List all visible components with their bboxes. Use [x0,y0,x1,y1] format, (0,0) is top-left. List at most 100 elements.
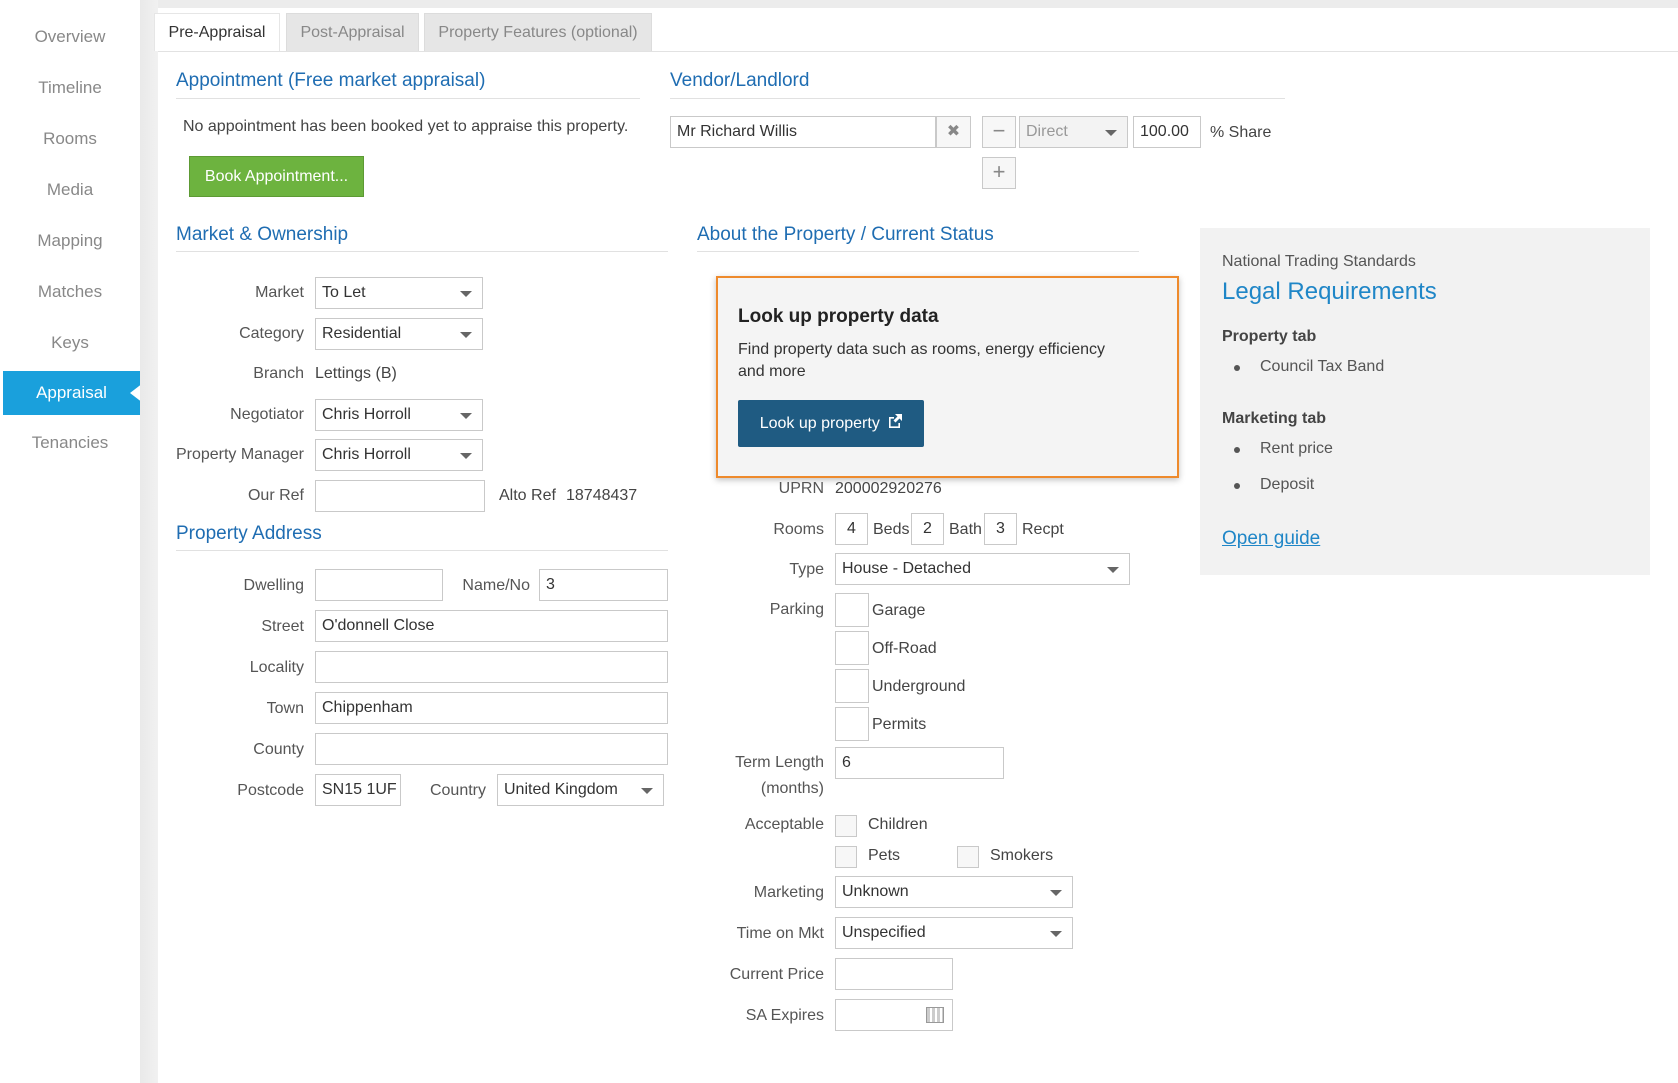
negotiator-select[interactable]: Chris Horroll [315,399,483,431]
sidebar-item-media[interactable]: Media [0,168,140,212]
parking-underground-label: Underground [872,678,966,695]
sidebar-item-overview[interactable]: Overview [0,15,140,59]
negotiator-label: Negotiator [230,406,304,423]
sidebar: Overview Timeline Rooms Media Mapping Ma… [0,0,143,1083]
market-select[interactable]: To Let [315,277,483,309]
acceptable-children-label: Children [868,816,928,833]
rooms-label: Rooms [773,521,824,538]
term-length-field[interactable]: 6 [835,747,1004,779]
branch-label: Branch [253,365,304,382]
bath-label: Bath [949,521,982,538]
current-price-field[interactable] [835,958,953,990]
chevron-down-icon [1107,567,1119,573]
beds-field[interactable]: 4 [835,513,868,545]
sidebar-item-appraisal[interactable]: Appraisal [3,371,143,415]
type-select[interactable]: House - Detached [835,553,1130,585]
property-manager-value: Chris Horroll [322,446,411,463]
lookup-property-button[interactable]: Look up property [738,400,924,447]
locality-field[interactable] [315,651,668,683]
acceptable-smokers-label: Smokers [990,847,1054,864]
chevron-down-icon [1050,890,1062,896]
street-label: Street [261,618,304,635]
clear-vendor-icon[interactable]: ✖ [936,116,971,148]
category-select[interactable]: Residential [315,318,483,350]
sidebar-item-rooms[interactable]: Rooms [0,117,140,161]
vendor-type-select[interactable]: Direct [1019,116,1128,148]
country-select[interactable]: United Kingdom [497,774,664,806]
parking-permits-label: Permits [872,716,927,733]
top-strip [158,0,1678,8]
parking-permits-checkbox[interactable] [835,707,869,741]
time-on-market-select[interactable]: Unspecified [835,917,1073,949]
postcode-field[interactable]: SN15 1UF [315,774,401,806]
sidebar-item-timeline[interactable]: Timeline [0,66,140,110]
our-ref-label: Our Ref [247,487,304,504]
legal-subtitle: National Trading Standards [1222,253,1416,270]
appointment-message: No appointment has been booked yet to ap… [183,118,629,135]
tab-post-appraisal[interactable]: Post-Appraisal [286,13,419,51]
type-label: Type [789,561,824,578]
category-value: Residential [322,325,402,342]
street-field[interactable]: O'donnell Close [315,610,668,642]
current-price-label: Current Price [729,966,824,983]
sa-expires-label: SA Expires [745,1007,824,1024]
sidebar-item-matches[interactable]: Matches [0,270,140,314]
tab-divider [158,51,1678,52]
name-no-field[interactable]: 3 [539,569,668,601]
bath-field[interactable]: 2 [911,513,944,545]
dwelling-label: Dwelling [243,577,304,594]
address-rule [176,550,668,551]
calendar-icon[interactable] [926,1007,944,1023]
county-field[interactable] [315,733,668,765]
chevron-down-icon [460,413,472,419]
chevron-down-icon [460,332,472,338]
town-field[interactable]: Chippenham [315,692,668,724]
vendor-rule [670,98,1285,99]
lookup-title: Look up property data [738,306,939,327]
property-manager-select[interactable]: Chris Horroll [315,439,483,471]
alto-ref-value: 18748437 [566,487,638,504]
lookup-property-card: Look up property data Find property data… [716,276,1179,478]
locality-label: Locality [249,659,304,676]
property-manager-label: Property Manager [175,446,304,463]
tab-property-features[interactable]: Property Features (optional) [424,13,652,51]
appointment-rule [176,98,640,99]
recpt-field[interactable]: 3 [984,513,1017,545]
acceptable-pets-checkbox[interactable] [835,846,857,868]
name-no-label: Name/No [462,577,530,594]
time-on-market-label: Time on Mkt [736,925,824,942]
market-value: To Let [322,284,366,301]
county-label: County [253,741,304,758]
chevron-down-icon [460,453,472,459]
external-link-icon [888,400,903,447]
sidebar-item-tenancies[interactable]: Tenancies [0,421,140,465]
beds-label: Beds [873,521,910,538]
open-guide-link[interactable]: Open guide [1222,528,1320,550]
our-ref-field[interactable] [315,480,485,512]
vendor-share-field[interactable]: 100.00 [1133,116,1201,148]
parking-offroad-checkbox[interactable] [835,631,869,665]
marketing-select[interactable]: Unknown [835,876,1073,908]
sidebar-item-keys[interactable]: Keys [0,321,140,365]
sidebar-item-mapping[interactable]: Mapping [0,219,140,263]
acceptable-smokers-checkbox[interactable] [957,846,979,868]
marketing-value: Unknown [842,883,909,900]
chevron-down-icon [641,788,653,794]
chevron-down-icon [460,291,472,297]
negotiator-value: Chris Horroll [322,406,411,423]
parking-underground-checkbox[interactable] [835,669,869,703]
tab-pre-appraisal[interactable]: Pre-Appraisal [154,13,280,51]
address-title: Property Address [176,523,322,544]
market-label: Market [255,284,304,301]
legal-title: Legal Requirements [1222,278,1437,305]
add-vendor-button[interactable]: + [982,157,1016,189]
book-appointment-button[interactable]: Book Appointment... [189,156,364,197]
vendor-name-field[interactable]: Mr Richard Willis [670,116,936,148]
dwelling-field[interactable] [315,569,443,601]
sidebar-divider [140,0,158,1083]
acceptable-children-checkbox[interactable] [835,815,857,837]
sa-expires-field[interactable] [835,999,953,1031]
type-value: House - Detached [842,560,971,577]
parking-garage-checkbox[interactable] [835,593,869,627]
remove-vendor-button[interactable]: − [982,116,1016,148]
